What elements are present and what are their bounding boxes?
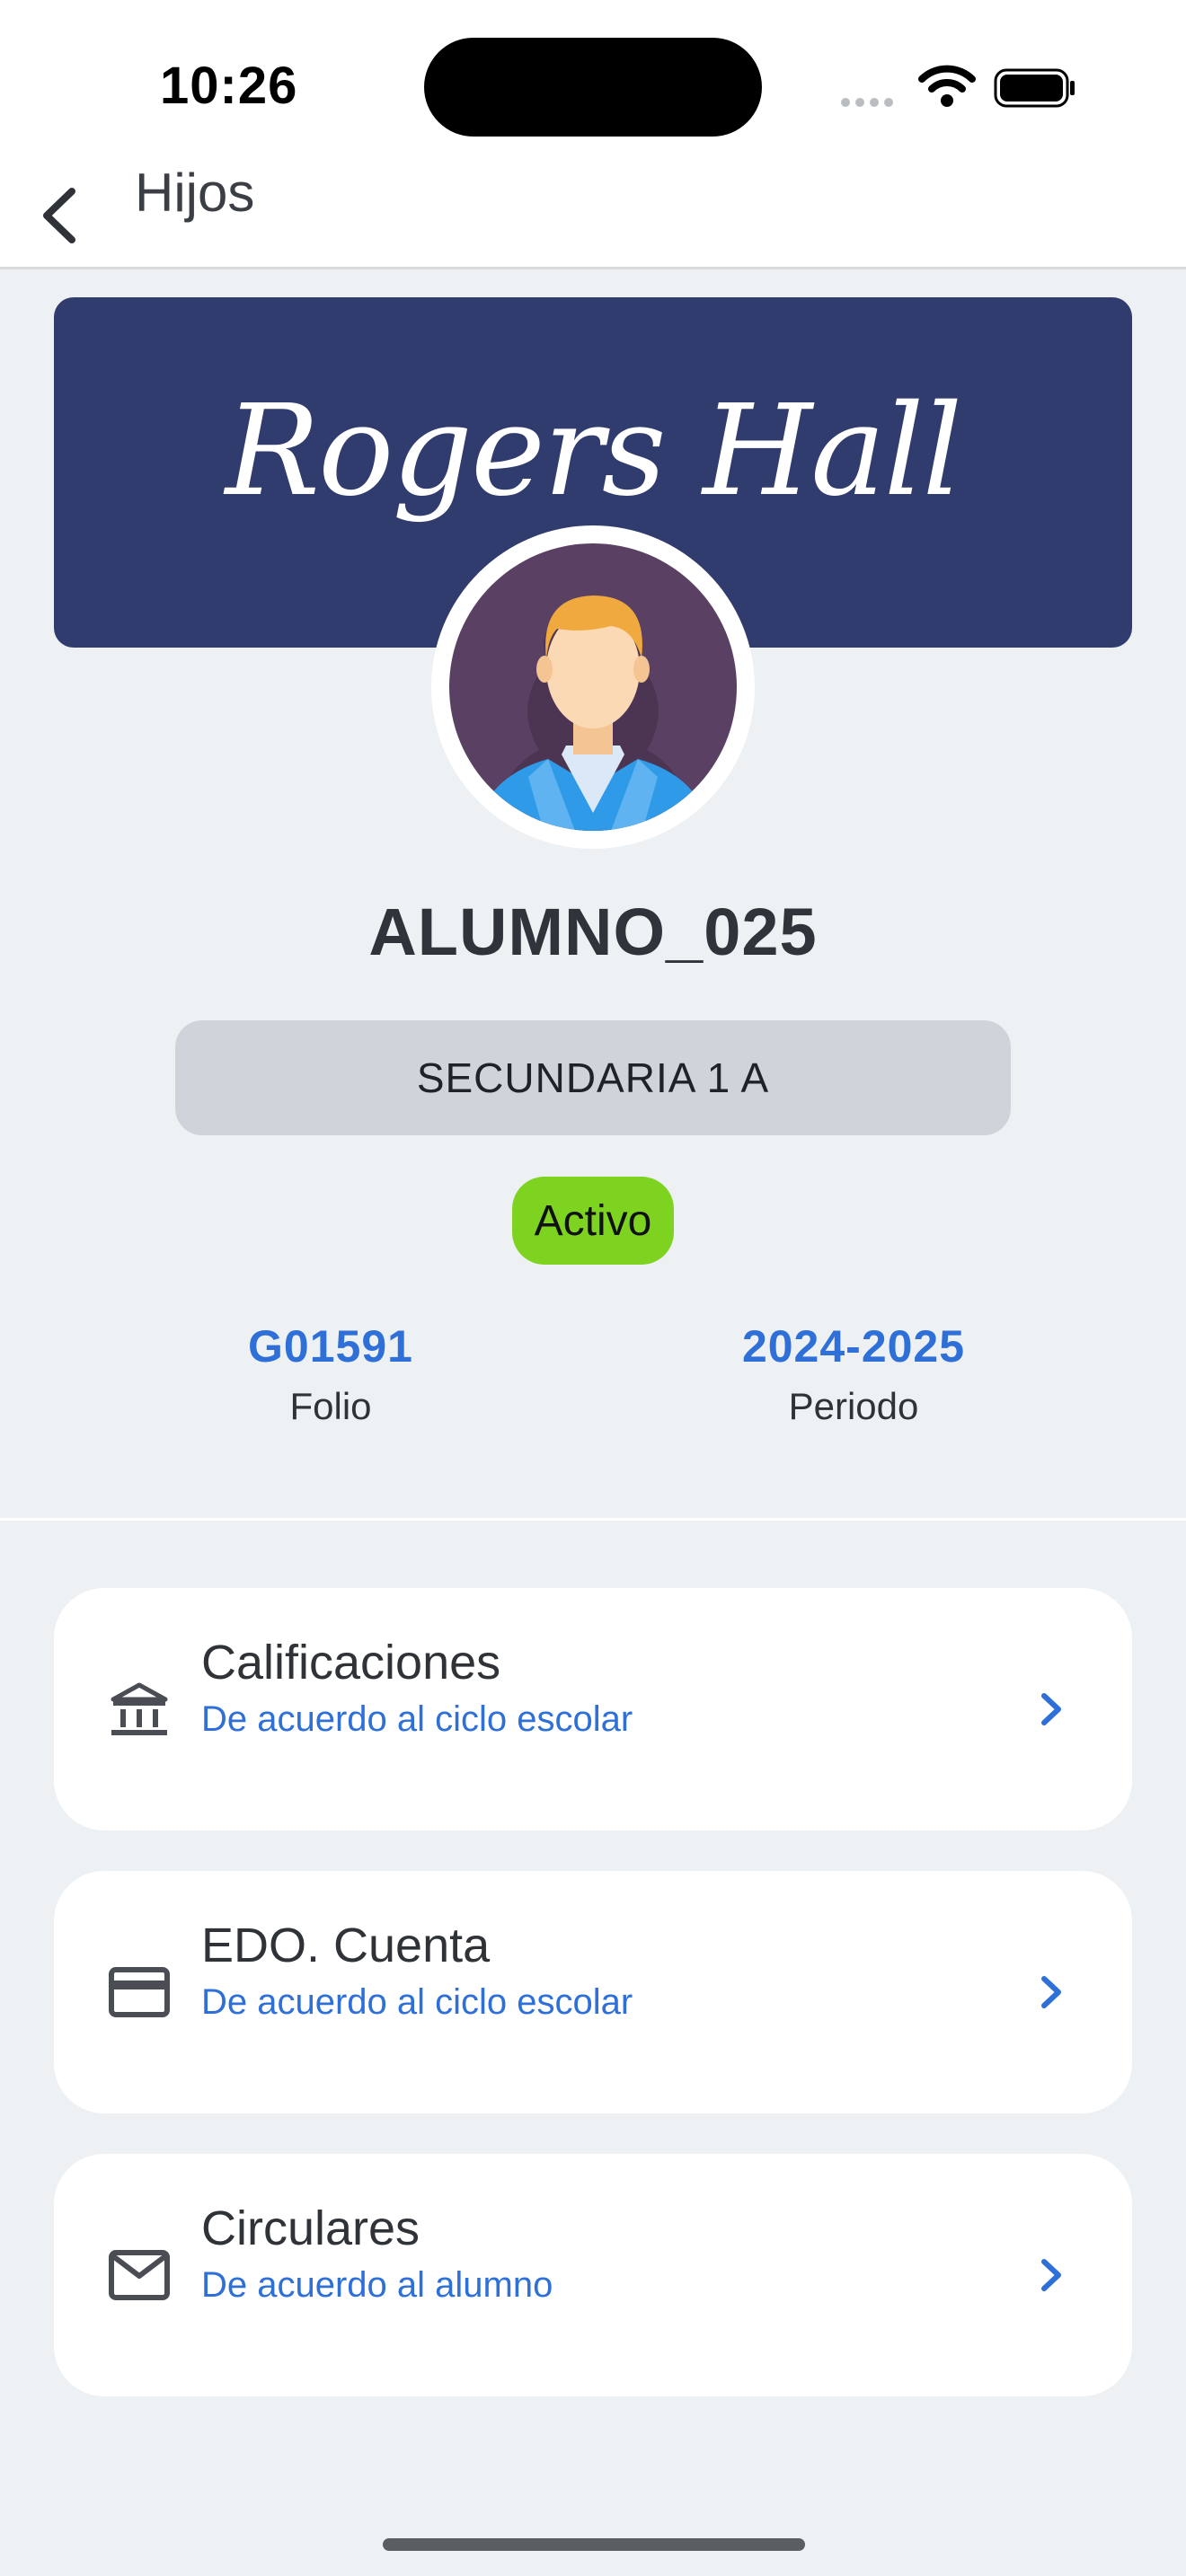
page-title: Hijos: [135, 163, 255, 223]
menu-item-calificaciones[interactable]: Calificaciones De acuerdo al ciclo escol…: [54, 1588, 1132, 1831]
chevron-right-icon: [1041, 2259, 1061, 2291]
battery-icon: [994, 68, 1075, 108]
menu-item-title: Calificaciones: [201, 1636, 501, 1689]
status-time: 10:26: [160, 57, 298, 115]
credit-card-icon: [109, 1967, 170, 2017]
cellular-signal-icon: [841, 95, 898, 111]
status-bar: 10:26: [0, 0, 1186, 153]
menu-item-title: EDO. Cuenta: [201, 1919, 491, 1972]
home-indicator[interactable]: [383, 2538, 805, 2551]
back-button[interactable]: [27, 180, 90, 251]
folio-label: Folio: [289, 1385, 372, 1427]
avatar: [431, 525, 755, 849]
period-value: 2024-2025: [741, 1321, 966, 1372]
menu-item-subtitle: De acuerdo al ciclo escolar: [201, 1982, 633, 2022]
school-logo-text: Rogers Hall: [225, 378, 963, 525]
period-label: Periodo: [788, 1385, 919, 1427]
mail-icon: [109, 2250, 170, 2300]
folio-stat: G01591 Folio: [151, 1320, 510, 1428]
dynamic-island: [424, 38, 762, 137]
chevron-right-icon: [1041, 1693, 1061, 1725]
wifi-icon: [918, 65, 976, 107]
period-stat: 2024-2025 Periodo: [674, 1320, 1033, 1428]
menu-item-title: Circulares: [201, 2201, 420, 2255]
section-divider: [0, 1518, 1186, 1521]
chevron-right-icon: [1041, 1976, 1061, 2008]
bank-icon: [111, 1682, 168, 1735]
status-badge: Activo: [512, 1177, 674, 1265]
menu-item-edo-cuenta[interactable]: EDO. Cuenta De acuerdo al ciclo escolar: [54, 1871, 1132, 2113]
menu-item-subtitle: De acuerdo al alumno: [201, 2265, 553, 2305]
student-name: ALUMNO_025: [368, 895, 818, 969]
folio-value: G01591: [248, 1321, 413, 1372]
chevron-left-icon: [43, 188, 75, 243]
navigation-bar: Hijos: [0, 153, 1186, 269]
menu-item-subtitle: De acuerdo al ciclo escolar: [201, 1699, 633, 1739]
student-avatar-icon: [449, 543, 737, 831]
grade-label: SECUNDARIA 1 A: [175, 1020, 1011, 1135]
menu-item-circulares[interactable]: Circulares De acuerdo al alumno: [54, 2154, 1132, 2396]
